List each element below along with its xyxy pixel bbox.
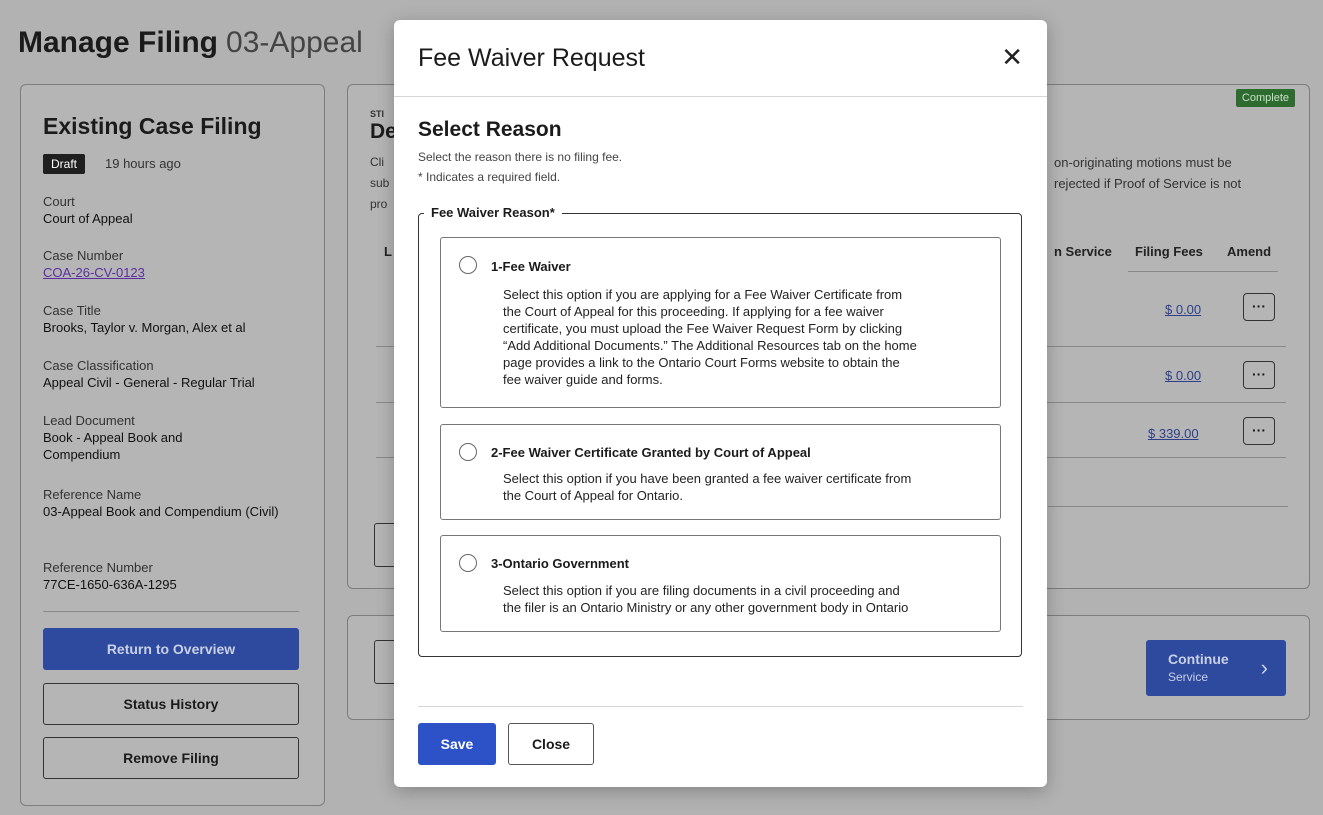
return-to-overview-button[interactable]: Return to Overview [43, 628, 299, 670]
case-number-label: Case Number [43, 248, 124, 263]
reference-number-value: 77CE-1650-636A-1295 [43, 577, 177, 592]
lead-document-field: Lead Document Book - Appeal Book and Com… [43, 412, 223, 463]
amend-menu-button[interactable]: ··· [1243, 293, 1275, 321]
option-description-line: Select this option if you are applying f… [503, 287, 903, 302]
option-title: 2-Fee Waiver Certificate Granted by Cour… [491, 445, 811, 460]
instructions-fragment-2: sub [370, 176, 390, 190]
column-header-service: n Service [1054, 244, 1112, 259]
radio-button[interactable] [459, 554, 477, 572]
page-subtitle: 03-Appeal [226, 26, 363, 59]
save-button[interactable]: Save [418, 723, 496, 765]
case-classification-label: Case Classification [43, 358, 154, 373]
chevron-right-icon: › [1260, 655, 1268, 680]
instructions-fragment-1: Cli [370, 155, 384, 169]
option-description: Select this option if you have been gran… [503, 470, 983, 504]
reference-name-label: Reference Name [43, 487, 142, 502]
option-description-line: page provides a link to the Ontario Cour… [503, 355, 900, 370]
option-description-line: fee waiver guide and forms. [503, 372, 663, 387]
lead-document-label: Lead Document [43, 413, 135, 428]
reference-name-value: 03-Appeal Book and Compendium (Civil) [43, 504, 279, 519]
fieldset-legend: Fee Waiver Reason* [424, 205, 562, 220]
option-description: Select this option if you are applying f… [503, 286, 983, 388]
lead-document-value: Book - Appeal Book and Compendium [43, 430, 183, 462]
continue-sublabel: Service [1168, 670, 1209, 684]
page-title-text: Manage Filing [18, 26, 219, 59]
case-number-field: Case Number COA-26-CV-0123 [43, 247, 293, 281]
filing-fee-link[interactable]: $ 339.00 [1148, 426, 1199, 441]
case-title-label: Case Title [43, 303, 101, 318]
table-row-rule [1048, 506, 1288, 507]
court-field: Court Court of Appeal [43, 193, 293, 227]
court-label: Court [43, 194, 75, 209]
close-icon[interactable]: ✕ [1001, 40, 1023, 74]
filing-fee-link[interactable]: $ 0.00 [1165, 368, 1201, 383]
draft-badge: Draft [43, 154, 86, 174]
column-header-fragment: L [384, 244, 392, 259]
step-label-fragment: STI [370, 109, 385, 119]
option-description: Select this option if you are filing doc… [503, 582, 983, 616]
page-title: Manage Filing 03-Appeal [18, 26, 363, 60]
existing-case-panel: Existing Case Filing Draft 19 hours ago … [20, 84, 325, 806]
instructions-text-1: on-originating motions must be [1054, 155, 1232, 170]
continue-button[interactable]: Continue Service › [1146, 640, 1286, 696]
table-header-rule [1128, 271, 1278, 272]
amend-menu-button[interactable]: ··· [1243, 361, 1275, 389]
case-number-link[interactable]: COA-26-CV-0123 [43, 264, 293, 281]
reference-name-field: Reference Name 03-Appeal Book and Compen… [43, 486, 288, 520]
section-help-text: Select the reason there is no filing fee… [418, 150, 623, 164]
option-description-line: Select this option if you are filing doc… [503, 583, 900, 598]
close-button[interactable]: Close [508, 723, 594, 765]
amend-menu-button[interactable]: ··· [1243, 417, 1275, 445]
option-title: 3-Ontario Government [491, 556, 629, 571]
reference-number-field: Reference Number 77CE-1650-636A-1295 [43, 559, 293, 593]
panel-divider [43, 611, 299, 612]
option-description-line: certificate, you must upload the Fee Wai… [503, 321, 903, 336]
column-header-amend: Amend [1227, 244, 1272, 259]
complete-badge: Complete [1235, 89, 1295, 107]
reason-option-fee-waiver[interactable]: 1-Fee Waiver Select this option if you a… [440, 237, 1001, 408]
case-classification-value: Appeal Civil - General - Regular Trial [43, 375, 255, 390]
reference-number-label: Reference Number [43, 560, 153, 575]
modal-title: Fee Waiver Request [418, 44, 645, 72]
fee-waiver-modal: Fee Waiver Request ✕ Select Reason Selec… [394, 20, 1047, 787]
remove-filing-button[interactable]: Remove Filing [43, 737, 299, 779]
radio-button[interactable] [459, 256, 477, 274]
existing-case-heading: Existing Case Filing [43, 113, 262, 139]
continue-label: Continue [1168, 651, 1229, 667]
reason-option-ontario-government[interactable]: 3-Ontario Government Select this option … [440, 535, 1001, 632]
section-title: Select Reason [418, 118, 562, 141]
option-description-line: Select this option if you have been gran… [503, 471, 912, 486]
option-title: 1-Fee Waiver [491, 259, 571, 274]
status-history-button[interactable]: Status History [43, 683, 299, 725]
modal-header: Fee Waiver Request ✕ [394, 20, 1047, 97]
case-title-value: Brooks, Taylor v. Morgan, Alex et al [43, 320, 246, 335]
court-value: Court of Appeal [43, 211, 133, 226]
modal-footer-divider [418, 706, 1023, 707]
required-note: * Indicates a required field. [418, 170, 561, 184]
draft-timestamp: 19 hours ago [105, 156, 181, 171]
case-title-field: Case Title Brooks, Taylor v. Morgan, Ale… [43, 302, 293, 336]
instructions-text-2: rejected if Proof of Service is not [1054, 176, 1242, 191]
section-heading-fragment: De [370, 120, 397, 143]
option-description-line: the filer is an Ontario Ministry or any … [503, 600, 909, 615]
option-description-line: “Add Additional Documents.” The Addition… [503, 338, 917, 353]
column-header-filing-fees: Filing Fees [1135, 244, 1203, 259]
option-description-line: the Court of Appeal for this proceeding.… [503, 304, 884, 319]
case-classification-field: Case Classification Appeal Civil - Gener… [43, 357, 293, 391]
option-description-line: the Court of Appeal for Ontario. [503, 488, 683, 503]
filing-fee-link[interactable]: $ 0.00 [1165, 302, 1201, 317]
reason-option-certificate-granted[interactable]: 2-Fee Waiver Certificate Granted by Cour… [440, 424, 1001, 520]
radio-button[interactable] [459, 443, 477, 461]
instructions-fragment-3: pro [370, 197, 388, 211]
